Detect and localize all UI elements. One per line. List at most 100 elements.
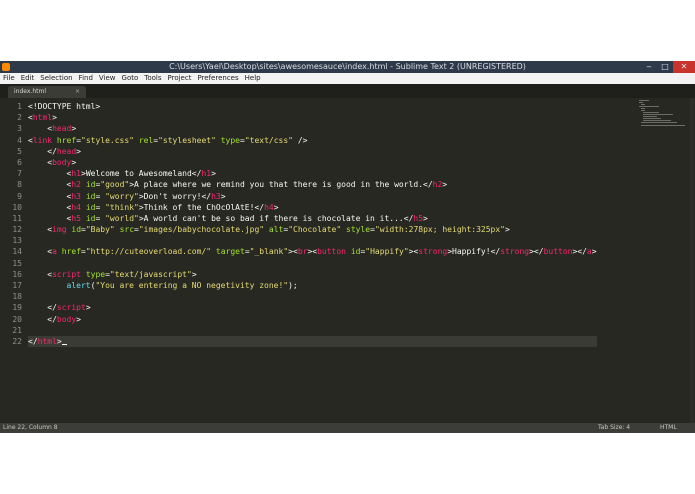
code-editor[interactable]: 1 2 3 4 5 6 7 8 9 10 11 12 13 14 15 16 1… bbox=[0, 98, 695, 423]
attr-value: "good" bbox=[100, 180, 130, 190]
tag-name: link bbox=[32, 135, 53, 145]
attr-value: "text/javascript" bbox=[109, 269, 192, 279]
text-node: A world can't be so bad if there is choc… bbox=[143, 213, 404, 223]
cursor-position: Line 22, Column 8 bbox=[3, 424, 58, 431]
tag-name: strong bbox=[500, 247, 530, 257]
line-number: 16 bbox=[12, 269, 22, 279]
minimap-line bbox=[641, 110, 645, 111]
attr-name: href bbox=[61, 247, 82, 257]
attr-name: href bbox=[56, 135, 77, 145]
line-number: 20 bbox=[12, 314, 22, 324]
code-content[interactable]: <!DOCTYPE html> <html> <head> <link href="… bbox=[28, 101, 597, 348]
menu-help[interactable]: Help bbox=[242, 73, 264, 84]
tag-name: html bbox=[32, 113, 53, 123]
code-line: <link href="style.css" rel="stylesheet" … bbox=[28, 135, 308, 145]
attr-name: style bbox=[346, 225, 371, 235]
maximize-button[interactable]: □ bbox=[657, 61, 673, 73]
line-number: 18 bbox=[12, 292, 22, 302]
tag-name: script bbox=[52, 269, 81, 279]
menu-preferences[interactable]: Preferences bbox=[194, 73, 241, 84]
string-literal: "You are entering a NO negetivity zone!" bbox=[95, 281, 289, 290]
attr-value: "Baby" bbox=[85, 225, 115, 235]
code-line: <h5 id= "world">A world can't be so bad … bbox=[28, 213, 428, 223]
attr-name: type bbox=[85, 269, 106, 279]
function-name: alert bbox=[66, 281, 91, 290]
code-line: <body> bbox=[28, 157, 77, 167]
tag-name: h2 bbox=[432, 180, 443, 190]
code-line: <img id="Baby" src="images/babychocolate… bbox=[28, 225, 510, 235]
syntax-selector[interactable]: HTML bbox=[660, 423, 677, 433]
menu-bar: File Edit Selection Find View Goto Tools… bbox=[0, 73, 695, 84]
attr-name: id bbox=[85, 191, 96, 201]
line-number: 10 bbox=[12, 202, 22, 212]
tab-size-selector[interactable]: Tab Size: 4 bbox=[598, 423, 630, 433]
attr-name: id bbox=[350, 247, 361, 257]
tag-name: a bbox=[52, 247, 57, 257]
minimap-line bbox=[643, 112, 659, 113]
attr-name: alt bbox=[268, 225, 284, 235]
code-line: </script> bbox=[28, 303, 91, 313]
menu-view[interactable]: View bbox=[96, 73, 119, 84]
menu-file[interactable]: File bbox=[0, 73, 18, 84]
tab-index-html[interactable]: index.html × bbox=[8, 86, 86, 98]
attr-name: id bbox=[85, 202, 96, 212]
tag-name: script bbox=[56, 303, 86, 313]
tag-name: br bbox=[297, 247, 308, 257]
text-node: Happify! bbox=[452, 247, 491, 257]
vertical-scrollbar[interactable] bbox=[690, 98, 694, 423]
menu-find[interactable]: Find bbox=[76, 73, 96, 84]
tag-name: h3 bbox=[71, 191, 81, 201]
attr-value: "http://cuteoverload.com/" bbox=[85, 247, 212, 257]
tab-bar: index.html × bbox=[0, 84, 695, 98]
attr-value: "think" bbox=[105, 202, 139, 212]
text-node: Don't worry! bbox=[143, 191, 202, 201]
minimap-line bbox=[639, 100, 649, 101]
tag-name: body bbox=[56, 314, 77, 324]
code-line: <h2 id="good">A place where we remind yo… bbox=[28, 180, 448, 190]
line-number: 19 bbox=[12, 303, 22, 313]
close-button[interactable]: ✕ bbox=[673, 61, 695, 73]
text-node: Welcome to Awesomeland bbox=[85, 169, 192, 179]
line-number: 11 bbox=[12, 213, 22, 223]
minimap-line bbox=[641, 125, 685, 126]
code-line: <h1>Welcome to Awesomeland</h1> bbox=[28, 169, 216, 179]
attr-name: id bbox=[85, 213, 96, 223]
tag-name: button bbox=[317, 247, 346, 257]
attr-value: "style.css" bbox=[81, 135, 134, 145]
tag-name: h2 bbox=[71, 180, 81, 190]
code-line: <!DOCTYPE html> bbox=[28, 101, 597, 112]
line-number: 5 bbox=[17, 146, 22, 156]
minimize-button[interactable]: ‒ bbox=[641, 61, 657, 73]
line-number: 14 bbox=[12, 247, 22, 257]
status-bar: Line 22, Column 8 Tab Size: 4 HTML bbox=[0, 423, 695, 433]
tag-name: h1 bbox=[71, 169, 81, 179]
minimap-line bbox=[641, 104, 645, 105]
line-number: 4 bbox=[17, 135, 22, 145]
menu-edit[interactable]: Edit bbox=[18, 73, 38, 84]
menu-selection[interactable]: Selection bbox=[37, 73, 75, 84]
menu-tools[interactable]: Tools bbox=[141, 73, 164, 84]
menu-project[interactable]: Project bbox=[165, 73, 195, 84]
title-bar[interactable]: C:\Users\Yael\Desktop\sites\awesomesauce… bbox=[0, 61, 695, 73]
line-number: 7 bbox=[17, 169, 22, 179]
attr-name: id bbox=[85, 180, 96, 190]
attr-value: "world" bbox=[105, 213, 139, 223]
attr-name: id bbox=[71, 225, 82, 235]
code-line: <head> bbox=[28, 124, 77, 134]
code-line: <a href="http://cuteoverload.com/" targe… bbox=[28, 247, 597, 257]
tag-name: a bbox=[586, 247, 592, 257]
line-number: 13 bbox=[12, 236, 22, 246]
code-line: </body> bbox=[28, 314, 81, 324]
window-title: C:\Users\Yael\Desktop\sites\awesomesauce… bbox=[169, 62, 526, 71]
attr-value: "Happify" bbox=[365, 247, 409, 257]
menu-goto[interactable]: Goto bbox=[119, 73, 142, 84]
tab-close-icon[interactable]: × bbox=[75, 86, 80, 98]
tag-name: h4 bbox=[264, 202, 274, 212]
code-line-current: </html> bbox=[28, 335, 597, 348]
line-number: 17 bbox=[12, 281, 22, 290]
minimap-line bbox=[641, 122, 677, 123]
minimap[interactable] bbox=[639, 100, 687, 126]
line-number-current: 22 bbox=[12, 336, 22, 346]
